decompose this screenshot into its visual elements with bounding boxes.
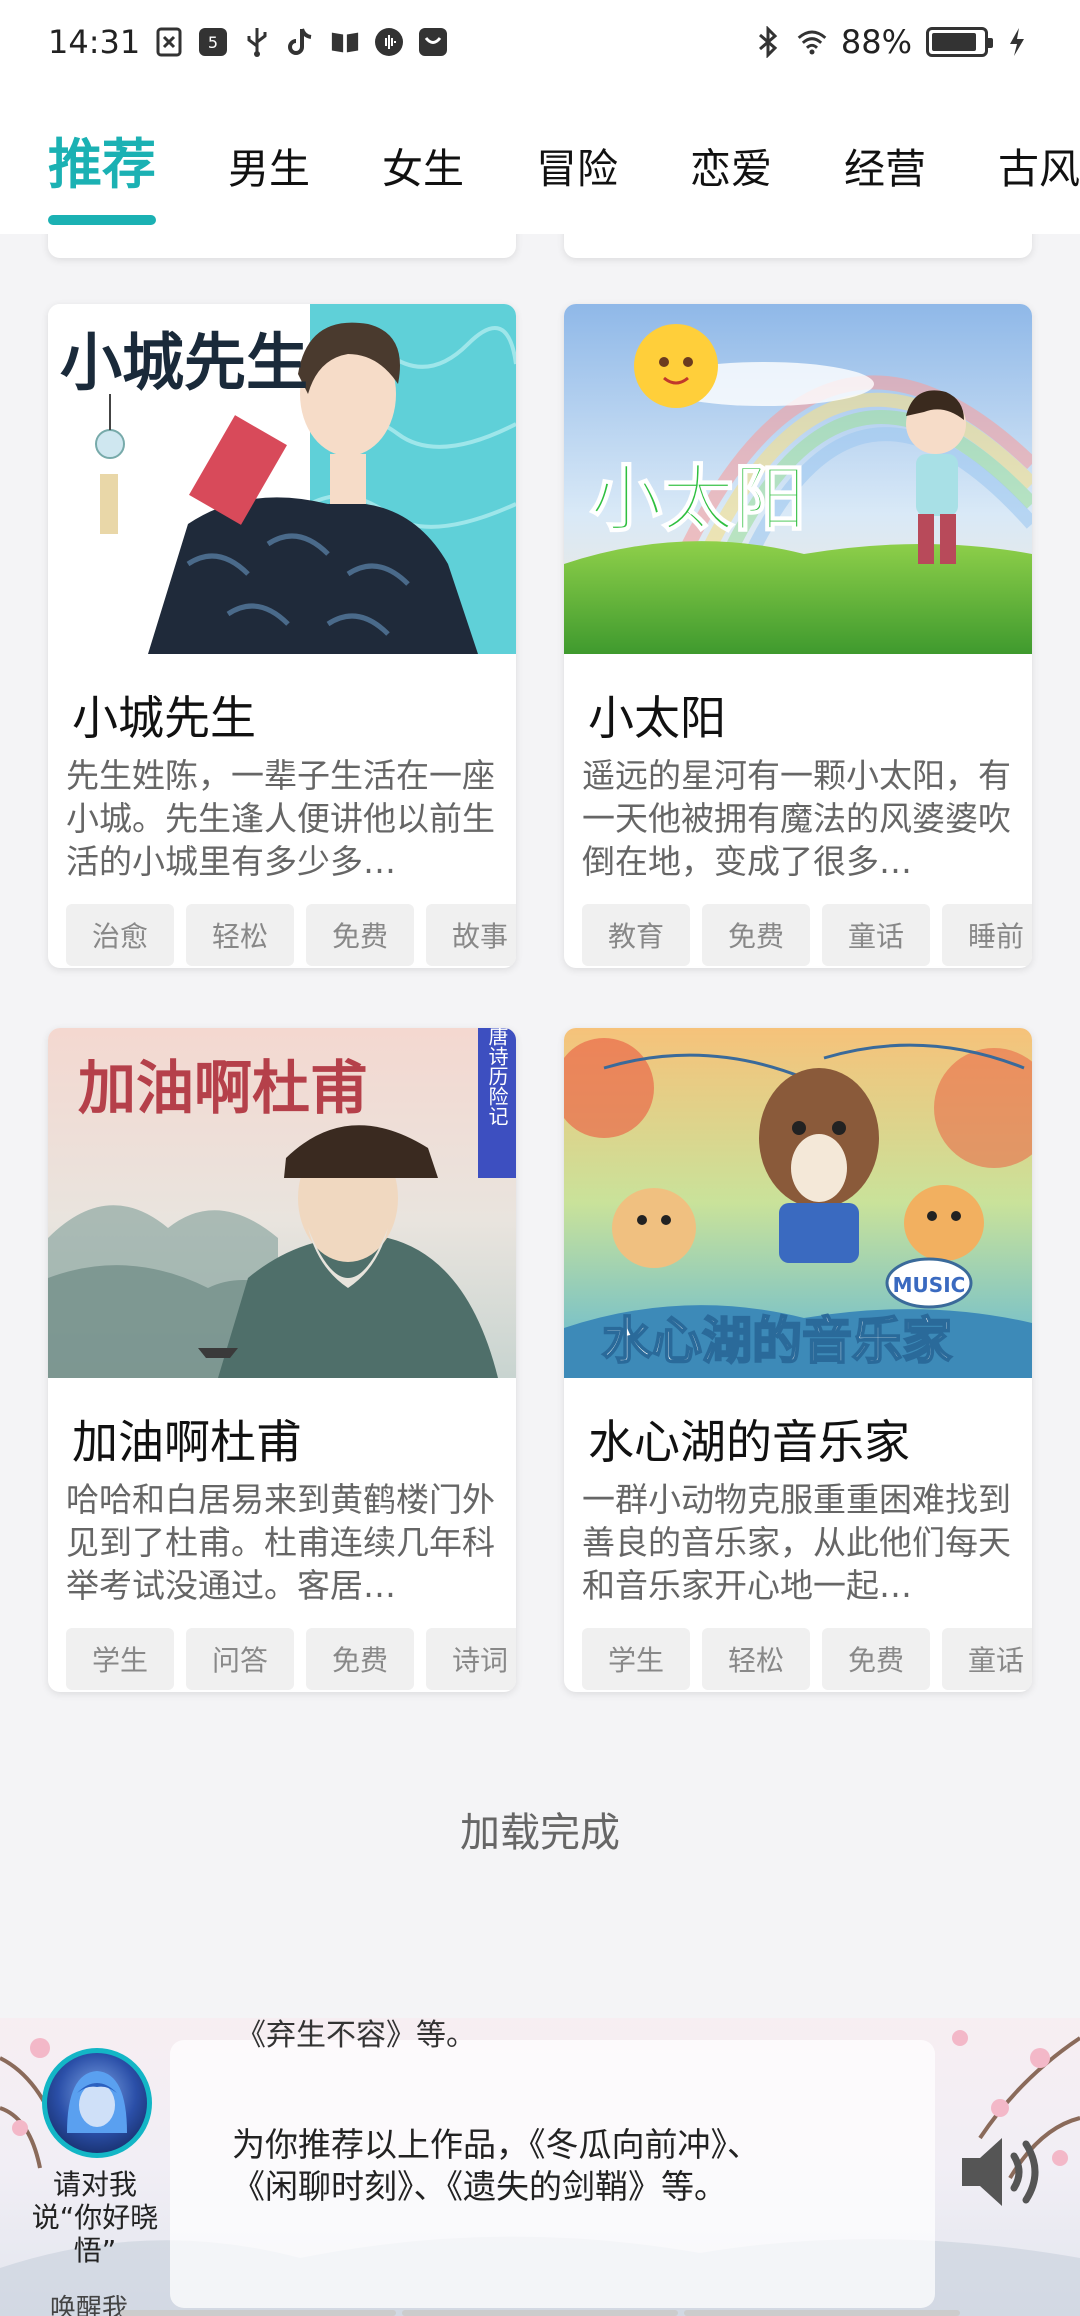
story-title[interactable]: 小太阳 — [564, 654, 1032, 754]
tag[interactable]: 故事 — [426, 904, 516, 966]
cover-title-text: 小城先生 — [60, 326, 308, 399]
status-bar: 14:31 5 88% — [0, 0, 1080, 84]
tag[interactable]: 免费 — [306, 1628, 414, 1690]
story-cover-image[interactable]: 小太阳 — [564, 304, 1032, 654]
tag-list: 治愈 轻松 免费 故事 — [48, 904, 516, 968]
tag[interactable]: 童话 — [822, 904, 930, 966]
battery-percent: 88% — [840, 23, 912, 61]
story-description: 遥远的星河有一颗小太阳，有一天他被拥有魔法的风婆婆吹倒在地，变成了很多… — [582, 756, 1011, 881]
content-feed[interactable]: 小城先生 小城先生 先生姓陈，一辈子生活在一座小城。先生逢人便讲他以前生活的小城… — [0, 234, 1080, 2018]
story-card[interactable]: 哈哈唐诗历险记 加油啊杜甫 加油啊杜甫 哈哈和白居易来到黄鹤楼门外见到了杜甫。杜… — [48, 1028, 516, 1692]
bag-icon — [418, 27, 448, 57]
speaker-icon[interactable] — [958, 2130, 1048, 2214]
tag[interactable]: 问答 — [186, 1628, 294, 1690]
wifi-icon — [797, 27, 827, 57]
tab-romance[interactable]: 恋爱 — [690, 135, 772, 195]
story-description: 一群小动物克服重重困难找到善良的音乐家，从此他们每天和音乐家开心地一起… — [582, 1480, 1011, 1605]
progress-indicator — [120, 2310, 960, 2316]
partial-card[interactable] — [564, 234, 1032, 258]
partial-card[interactable] — [48, 234, 516, 258]
cover-title-text: 小太阳 — [590, 457, 806, 541]
tag-list: 教育 免费 童话 睡前 — [564, 904, 1032, 968]
tag-list: 学生 轻松 免费 童话 — [564, 1628, 1032, 1692]
tag[interactable]: 学生 — [66, 1628, 174, 1690]
assistant-message: 为你推荐以上作品，《冬瓜向前冲》、《闲聊时刻》、《遗失的剑鞘》等。 — [232, 2125, 760, 2206]
tag[interactable]: 童话 — [942, 1628, 1032, 1690]
story-card[interactable]: 小城先生 小城先生 先生姓陈，一辈子生活在一座小城。先生逢人便讲他以前生活的小城… — [48, 304, 516, 968]
tag[interactable]: 免费 — [306, 904, 414, 966]
voice-icon — [374, 27, 404, 57]
story-title[interactable]: 小城先生 — [48, 654, 516, 754]
voice-assistant-panel: 《弃生不容》等。 为你推荐以上作品，《冬瓜向前冲》、《闲聊时刻》、《遗失的剑鞘》… — [0, 2018, 1080, 2316]
story-card[interactable]: 小太阳 小太阳 遥远的星河有一颗小太阳，有一天他被拥有魔法的风婆婆吹倒在地，变成… — [564, 304, 1032, 968]
tag[interactable]: 轻松 — [186, 904, 294, 966]
notification-close-icon — [154, 27, 184, 57]
wake-word-hint-cut: 唤醒我 — [50, 2294, 129, 2316]
story-cover-image[interactable]: 小城先生 — [48, 304, 516, 654]
cover-title-text: 水心湖的音乐家 — [602, 1312, 952, 1370]
usb-icon — [242, 27, 272, 57]
tag[interactable]: 诗词 — [426, 1628, 516, 1690]
time-text: 14:31 — [48, 23, 141, 61]
tab-male[interactable]: 男生 — [228, 135, 310, 195]
tab-ancient-style[interactable]: 古风 — [998, 135, 1080, 195]
tiktok-icon — [286, 27, 316, 57]
assistant-previous-text: 《弃生不容》等。 — [236, 2018, 476, 2053]
tag[interactable]: 免费 — [822, 1628, 930, 1690]
cover-badge-text: MUSIC — [893, 1273, 966, 1297]
tab-recommend[interactable]: 推荐 — [48, 120, 156, 225]
tag[interactable]: 轻松 — [702, 1628, 810, 1690]
cover-badge-text: 哈哈唐诗历险记 — [485, 1028, 509, 1126]
story-title[interactable]: 水心湖的音乐家 — [564, 1378, 1032, 1478]
app-icon: 5 — [198, 27, 228, 57]
tab-female[interactable]: 女生 — [382, 135, 464, 195]
tab-business[interactable]: 经营 — [844, 135, 926, 195]
svg-text:5: 5 — [208, 33, 218, 52]
story-cover-image[interactable]: 哈哈唐诗历险记 加油啊杜甫 — [48, 1028, 516, 1378]
bluetooth-icon — [753, 26, 783, 58]
wake-word-hint: 请对我说“你好晓悟” — [31, 2168, 159, 2267]
battery-icon — [926, 27, 993, 57]
tag[interactable]: 治愈 — [66, 904, 174, 966]
tag[interactable]: 睡前 — [942, 904, 1032, 966]
tag[interactable]: 教育 — [582, 904, 690, 966]
cover-title-text: 加油啊杜甫 — [78, 1054, 368, 1122]
charging-icon — [1002, 27, 1032, 57]
story-description: 先生姓陈，一辈子生活在一座小城。先生逢人便讲他以前生活的小城里有多少多… — [66, 756, 495, 881]
story-card[interactable]: MUSIC 水心湖的音乐家 水心湖的音乐家 一群小动物克服重重困难找到善良的音乐… — [564, 1028, 1032, 1692]
category-tabs: 推荐 男生 女生 冒险 恋爱 经营 古风 — [0, 84, 1080, 234]
tag[interactable]: 免费 — [702, 904, 810, 966]
story-title[interactable]: 加油啊杜甫 — [48, 1378, 516, 1478]
tab-adventure[interactable]: 冒险 — [536, 135, 618, 195]
tag[interactable]: 学生 — [582, 1628, 690, 1690]
book-icon — [330, 27, 360, 57]
story-description: 哈哈和白居易来到黄鹤楼门外见到了杜甫。杜甫连续几年科举考试没通过。客居… — [66, 1480, 495, 1605]
story-cover-image[interactable]: MUSIC 水心湖的音乐家 — [564, 1028, 1032, 1378]
load-complete-text: 加载完成 — [460, 1810, 620, 1856]
tag-list: 学生 问答 免费 诗词 — [48, 1628, 516, 1692]
assistant-avatar[interactable] — [42, 2048, 152, 2158]
